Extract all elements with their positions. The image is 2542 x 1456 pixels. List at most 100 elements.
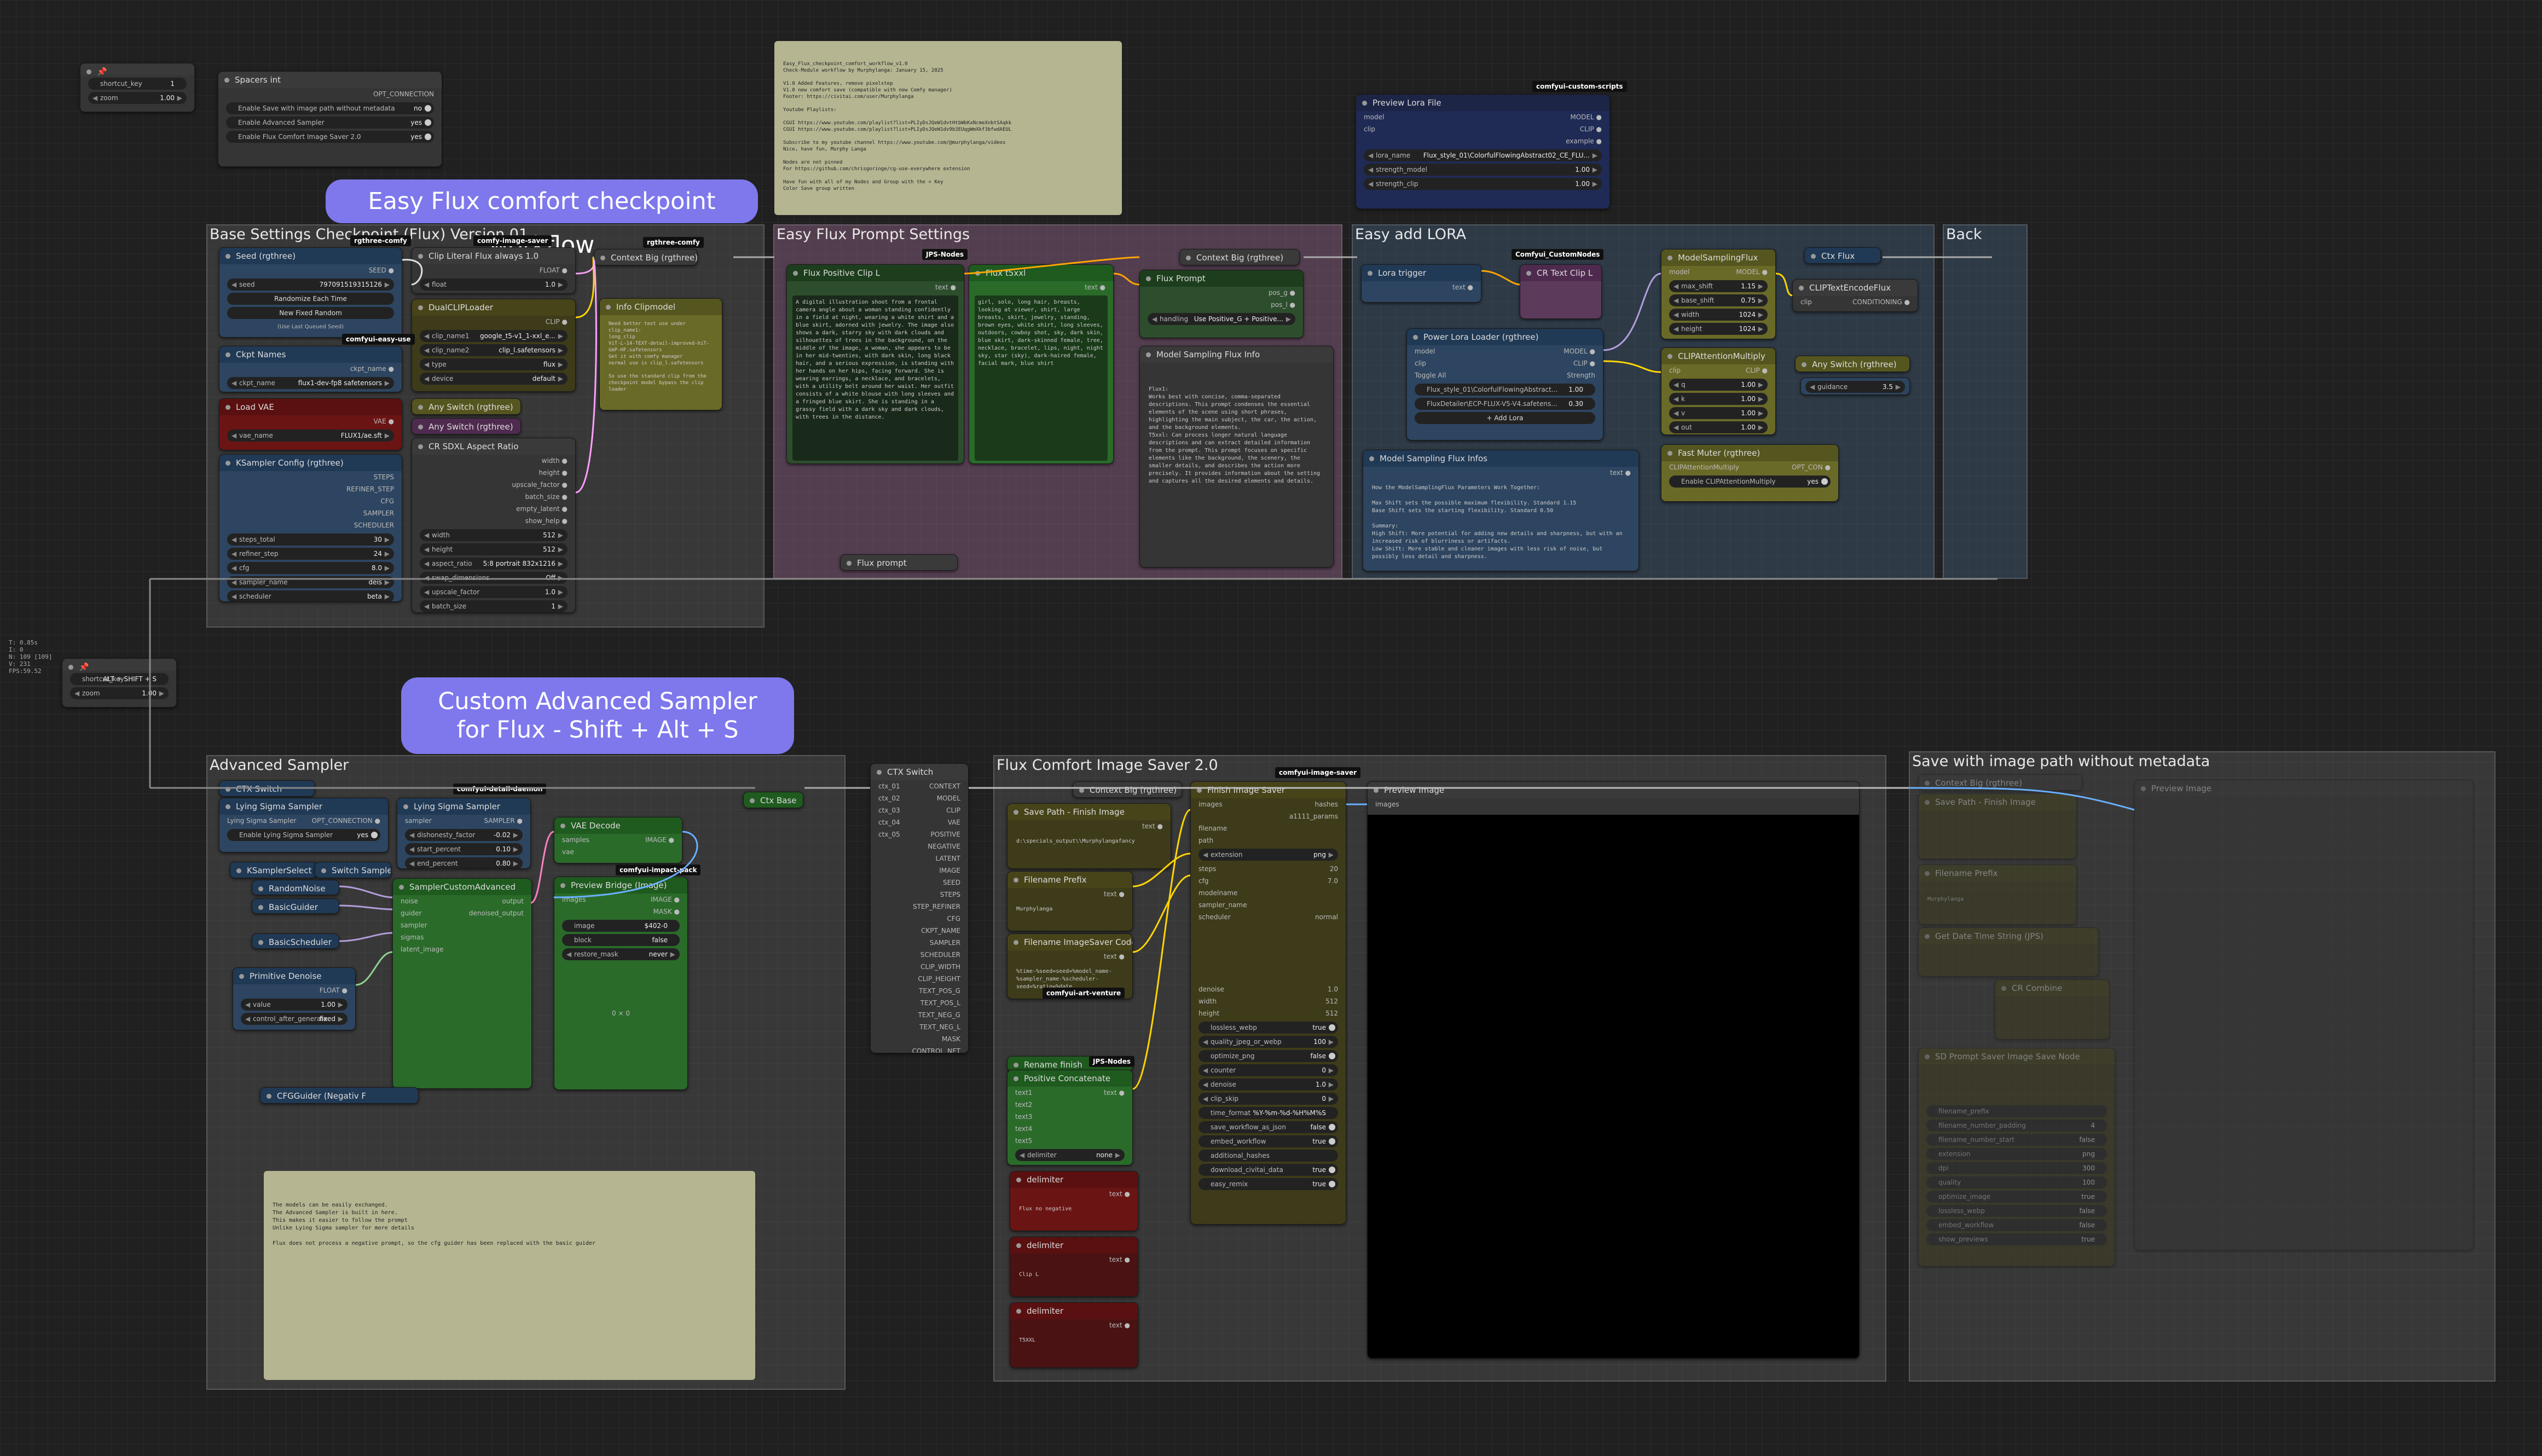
primitive-denoise[interactable]: Primitive Denoise FLOAT ● ◀ value 1.00 ▶ ◀ c…	[233, 967, 356, 1030]
power-lora-loader[interactable]: Power Lora Loader (rgthree) model MODEL ●…	[1406, 328, 1603, 440]
shortcut-key-field[interactable]: shortcut_key 1	[88, 78, 187, 90]
ckpt-select[interactable]: ◀ ckpt_name flux1-dev-fp8 safetensors ▶	[227, 377, 394, 389]
load-vae-node[interactable]: Load VAE VAE ● ◀ vae_name FLUX1/ae.sft ▶	[219, 398, 402, 450]
seed-node[interactable]: Seed (rgthree) SEED ● ◀ seed 7970915193151…	[219, 247, 402, 338]
randomize-button[interactable]: Randomize Each Time	[227, 293, 394, 305]
cr-text-clip-node[interactable]: CR Text Clip L	[1520, 264, 1602, 319]
last-seed-button[interactable]: (Use Last Queued Seed)	[219, 321, 402, 333]
preview-image-node[interactable]: Preview Image images	[1367, 781, 1860, 1359]
basic-guider[interactable]: BasicGuider	[252, 898, 339, 914]
filename-prefix-node[interactable]: Filename Prefix text ● Murphylanga	[1007, 871, 1133, 931]
nometa-cr-combine[interactable]: CR Combine	[1995, 979, 2110, 1040]
node-header: Flux t5xxl	[969, 265, 1113, 281]
random-noise[interactable]: RandomNoise	[252, 880, 339, 895]
cfg-field[interactable]: ◀ cfg 8.0 ▶	[227, 562, 394, 574]
group-back[interactable]: Back	[1943, 224, 2028, 579]
node-header: KSampler Config (rgthree)	[219, 455, 402, 471]
clip-attention-node[interactable]: CLIPAttentionMultiply clip CLIP ● ◀ q 1.00 ▶…	[1661, 347, 1776, 435]
clip-l-textarea[interactable]: A digital illustration shoot from a fron…	[792, 295, 958, 461]
clip-literal-node[interactable]: Clip Literal Flux always 1.0 FLOAT ● ◀ fl…	[412, 247, 576, 294]
info-clipmodel-note[interactable]: Info Clipmodel Need better text use unde…	[599, 298, 722, 410]
clip-text-encode-flux[interactable]: CLIPTextEncodeFlux clip CONDITIONING ●	[1792, 279, 1918, 312]
preview-lora-node[interactable]: Preview Lora File model MODEL ● clip CLIP …	[1356, 94, 1610, 209]
finish-image-saver[interactable]: Finish Image Saver images hashes a1111_pa…	[1190, 781, 1346, 1225]
delimiter-node-3[interactable]: delimiter text ● T5XXL	[1010, 1302, 1138, 1368]
add-lora-button[interactable]: + Add Lora	[1415, 412, 1595, 424]
basic-scheduler[interactable]: BasicScheduler	[252, 933, 339, 949]
sampler-field[interactable]: ◀ sampler_name deis ▶	[227, 576, 394, 588]
cr-aspect-ratio-node[interactable]: CR SDXL Aspect Ratio width ● height ● up…	[412, 438, 576, 613]
model-sampling-flux-node[interactable]: ModelSamplingFlux model MODEL ● ◀ max_shif…	[1661, 249, 1776, 339]
workflow-notes[interactable]: Easy_Flux_checkpoint_comfort_workflow_v1…	[774, 41, 1122, 215]
context-big-prompt[interactable]: Context Big (rgthree)	[1179, 249, 1300, 265]
toggle-all[interactable]: Toggle All Strength	[1407, 369, 1603, 381]
vae-decode[interactable]: VAE Decode samples IMAGE ● vae	[554, 817, 682, 863]
node-header: Power Lora Loader (rgthree)	[1407, 329, 1603, 345]
save-path-node[interactable]: Save Path - Finish Image text ● d:\speci…	[1007, 803, 1171, 869]
flux-prompt-node[interactable]: Flux Prompt pos_g ● pos_l ● ◀ handling Use…	[1139, 270, 1304, 338]
node-header: SamplerCustomAdvanced	[393, 879, 531, 895]
vae-select[interactable]: ◀ vae_name FLUX1/ae.sft ▶	[227, 430, 394, 442]
sampler-custom-advanced[interactable]: SamplerCustomAdvanced noise output guider…	[392, 878, 532, 1089]
flux-prompt-small-node[interactable]: Flux prompt	[840, 554, 958, 571]
delimiter-node-1[interactable]: delimiter text ● Flux no negative	[1010, 1171, 1138, 1231]
ksampler-select[interactable]: KSamplerSelect	[230, 862, 317, 878]
lying-sigma-2[interactable]: Lying Sigma Sampler sampler SAMPLER ● ◀ di…	[397, 798, 531, 869]
any-switch-1[interactable]: Any Switch (rgthree)	[412, 398, 521, 415]
node-header: ModelSamplingFlux	[1661, 250, 1775, 266]
zoom-field[interactable]: ◀ zoom 1.00 ▶	[88, 92, 187, 104]
toggle-advanced[interactable]: Enable Advanced Sampler yes	[226, 117, 434, 129]
model-sampling-info-node[interactable]: Model Sampling Flux Info Flux1: Works be…	[1139, 346, 1334, 567]
ctx-flux-node[interactable]: Ctx Flux	[1804, 247, 1881, 264]
scheduler-field[interactable]: ◀ scheduler beta ▶	[227, 590, 394, 601]
any-switch-lora[interactable]: Any Switch (rgthree)	[1795, 356, 1910, 372]
ext-tag: rgthree-comfy	[350, 235, 411, 246]
preview-canvas	[1368, 815, 1859, 1358]
float-field[interactable]: ◀ float 1.0 ▶	[420, 279, 568, 291]
guidance-node[interactable]: ◀ guidance 3.5 ▶	[1800, 378, 1910, 395]
nometa-preview[interactable]: Preview Image	[2134, 780, 2474, 1250]
context-big-saver[interactable]: Context Big (rgthree)	[1073, 781, 1182, 798]
switch-sampler[interactable]: Switch Sampler	[315, 862, 391, 878]
context-big-node[interactable]: Context Big (rgthree)	[594, 249, 698, 265]
ckpt-names-node[interactable]: Ckpt Names ckpt_name ● ◀ ckpt_name flux1-d…	[219, 346, 402, 392]
lying-sigma-1[interactable]: Lying Sigma Sampler Lying Sigma Sampler O…	[219, 798, 389, 852]
group-title: Flux Comfort Image Saver 2.0	[997, 757, 1218, 774]
refiner-field[interactable]: ◀ refiner_step 24 ▶	[227, 548, 394, 560]
t5xxl-prompt-node[interactable]: Flux t5xxl text ● girl, solo, long hair,…	[969, 264, 1114, 464]
steps-field[interactable]: ◀ steps_total 30 ▶	[227, 533, 394, 546]
nometa-context[interactable]: Context Big (rgthree)	[1918, 774, 2082, 791]
positive-concatenate[interactable]: Positive Concatenate text1 text ● text2 t…	[1007, 1070, 1133, 1165]
nometa-save-path[interactable]: Save Path - Finish Image	[1918, 793, 2077, 859]
lora-trigger-node[interactable]: Lora trigger text ●	[1361, 264, 1481, 303]
any-switch-2[interactable]: Any Switch (rgthree)	[412, 418, 521, 434]
delimiter-node-2[interactable]: delimiter text ● Clip L	[1010, 1237, 1138, 1297]
zoom-field[interactable]: ◀ zoom 1.00 ▶	[70, 687, 169, 699]
shortcut-key-field[interactable]: shortcut_key ALT + SHIFT + S	[70, 673, 169, 685]
nometa-date[interactable]: Get Date Time String (JPS)	[1918, 927, 2099, 977]
dual-clip-loader-node[interactable]: DualCLIPLoader CLIP ● ◀ clip_name1 google_…	[412, 299, 576, 392]
cfg-guider[interactable]: CFGGuider (Negativ F	[260, 1087, 419, 1104]
output-socket[interactable]: OPT_CONNECTION	[218, 88, 442, 100]
ksampler-config-node[interactable]: KSampler Config (rgthree) STEPS REFINER_…	[219, 454, 402, 602]
toggle-saver[interactable]: Enable Flux Comfort Image Saver 2.0 yes	[226, 131, 434, 143]
ctx-switch-node[interactable]: CTX Switch ctx_01 CONTEXT ctx_02 MODEL ctx…	[870, 763, 969, 1053]
clip-l-prompt-node[interactable]: Flux Positive Clip L text ● A digital il…	[786, 264, 964, 464]
shortcut-node-2[interactable]: 📌 shortcut_key ALT + SHIFT + S ◀ zoom 1.00 ▶	[62, 658, 177, 707]
new-random-button[interactable]: New Fixed Random	[227, 307, 394, 319]
spacer-node[interactable]: Spacers int OPT_CONNECTION Enable Save w…	[218, 71, 442, 167]
fast-muter-node[interactable]: Fast Muter (rgthree) CLIPAttentionMultip…	[1661, 444, 1839, 502]
ctx-switch-adv[interactable]: CTX Switch	[219, 780, 315, 797]
model-sampling-infos-note[interactable]: Model Sampling Flux Infos text ● How the…	[1363, 450, 1639, 571]
advanced-notes[interactable]: The models can be easily exchanged. The …	[264, 1171, 755, 1380]
nometa-sd-saver[interactable]: SD Prompt Saver Image Save Node filename…	[1918, 1048, 2115, 1267]
nometa-prefix[interactable]: Filename Prefix Murphylanga	[1918, 865, 2077, 925]
t5-textarea[interactable]: girl, solo, long hair, breasts, looking …	[975, 295, 1108, 461]
seed-field[interactable]: ◀ seed 797091519315126 ▶	[227, 279, 394, 291]
preview-bridge[interactable]: Preview Bridge (Image) images IMAGE ● MAS…	[554, 877, 688, 1090]
node-header: CR SDXL Aspect Ratio	[412, 438, 575, 455]
enable-attention-toggle[interactable]: Enable CLIPAttentionMultiply yes	[1669, 475, 1831, 488]
shortcut-node[interactable]: 📌 shortcut_key 1 ◀ zoom 1.00 ▶	[80, 63, 195, 112]
toggle-nometa[interactable]: Enable Save with image path without meta…	[226, 102, 434, 114]
ctx-base[interactable]: Ctx Base	[743, 792, 803, 808]
